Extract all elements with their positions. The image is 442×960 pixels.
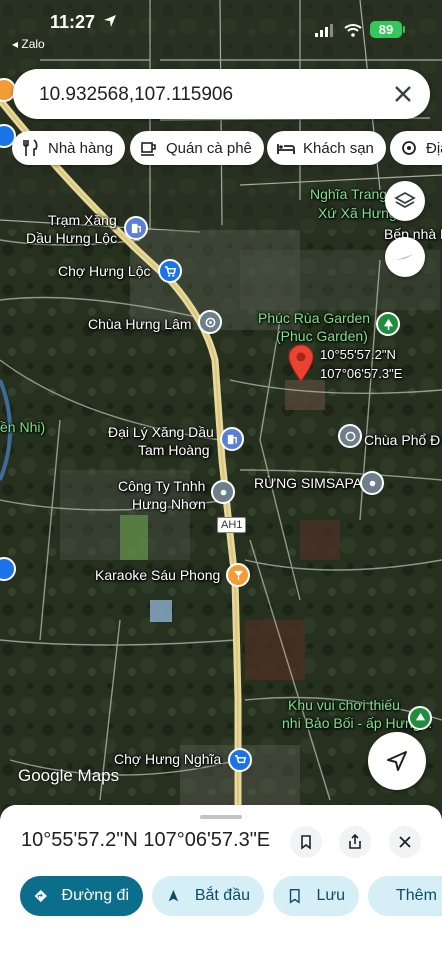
close-icon[interactable] — [390, 81, 416, 107]
google-maps-attribution: Google Maps — [18, 766, 120, 785]
label-cho-hung-loc[interactable]: Chợ Hưng Lộc — [58, 263, 150, 280]
label-cho-hung-nghia[interactable]: Chợ Hưng Nghĩa — [114, 751, 221, 768]
chip-places[interactable]: Địa — [390, 131, 442, 165]
label-dai-ly-xang-dau[interactable]: Đại Lý Xăng Dầu — [108, 424, 214, 441]
chip-label: Quán cà phê — [166, 139, 252, 157]
navigation-arrow-icon — [387, 751, 407, 771]
location-arrow-icon — [103, 14, 117, 33]
cafe-icon — [141, 142, 156, 156]
restaurant-icon — [23, 139, 38, 156]
close-sheet-button[interactable] — [389, 826, 421, 858]
shopping-cart-icon[interactable] — [158, 259, 182, 283]
sheet-drag-handle[interactable] — [200, 815, 242, 819]
chip-restaurants[interactable]: Nhà hàng — [12, 131, 126, 165]
gas-station-icon[interactable] — [124, 216, 148, 240]
place-icon — [402, 141, 416, 155]
back-app-name: Zalo — [21, 37, 45, 51]
directions-label: Đường đi — [61, 887, 129, 904]
hotel-icon — [277, 144, 295, 154]
gas-station-icon-2[interactable] — [220, 427, 244, 451]
shopping-cart-icon-2[interactable] — [228, 748, 252, 772]
place-icon[interactable] — [360, 471, 384, 495]
category-chips: Nhà hàng Quán cà phê Khách sạn Địa — [0, 131, 442, 165]
my-location-button[interactable] — [368, 732, 426, 790]
wifi-icon — [344, 23, 362, 42]
temple-icon-2[interactable] — [338, 424, 362, 448]
share-icon — [349, 834, 361, 849]
chip-cafes[interactable]: Quán cà phê — [130, 131, 264, 165]
map-view[interactable]: Nghĩa Trang Xứ Xã Hưng Bếp nhà B Trạm Xă… — [0, 0, 442, 830]
layers-icon — [394, 191, 416, 209]
dropped-pin-icon[interactable] — [288, 344, 314, 382]
place-title: 10°55'57.2"N 107°06'57.3"E — [21, 829, 271, 851]
park-tree-icon-2[interactable] — [408, 706, 432, 730]
label-tram-xang-2: Dầu Hưng Lộc — [26, 230, 118, 246]
label-khu-vui-choi[interactable]: Khu vui chơi thiếu — [288, 697, 400, 714]
status-bar: 11:27 ◂ Zalo 89 — [0, 0, 442, 51]
close-icon — [399, 836, 411, 848]
label-tram-xang[interactable]: Trạm Xăng — [48, 212, 117, 229]
bookmark-button[interactable] — [290, 826, 322, 858]
compass-button[interactable] — [385, 237, 425, 277]
layers-button[interactable] — [385, 181, 425, 221]
directions-icon — [34, 889, 47, 903]
more-button[interactable]: Thêm — [368, 876, 442, 916]
compass-icon — [396, 254, 414, 260]
chip-label: Nhà hàng — [48, 139, 114, 157]
bookmark-icon — [301, 835, 311, 850]
label-yen-nhi[interactable]: ền Nhi) — [0, 419, 45, 436]
label-phuc-rua-garden[interactable]: Phúc Rùa Garden — [258, 310, 370, 327]
signal-icon — [315, 24, 335, 42]
chip-hotels[interactable]: Khách sạn — [267, 131, 386, 165]
label-cong-ty[interactable]: Công Ty Tnhh — [118, 478, 205, 495]
navigation-start-icon — [168, 889, 179, 902]
karaoke-icon[interactable] — [226, 563, 250, 587]
label-chua-pho-do[interactable]: Chùa Phổ Đ — [364, 432, 440, 449]
back-to-app-link[interactable]: ◂ Zalo — [12, 37, 45, 51]
company-icon[interactable] — [211, 480, 235, 504]
save-button[interactable]: Lưu — [273, 876, 359, 916]
chip-label: Địa — [426, 139, 442, 157]
temple-icon[interactable] — [198, 310, 222, 334]
save-label: Lưu — [316, 887, 345, 904]
chip-label: Khách sạn — [303, 139, 374, 157]
label-nghia-trang[interactable]: Nghĩa Trang — [310, 186, 387, 203]
label-nghia-trang-2: Xứ Xã Hưng — [318, 205, 397, 221]
label-phuc-garden: (Phuc Garden) — [276, 328, 368, 344]
bookmark-icon — [289, 888, 300, 904]
start-button[interactable]: Bắt đầu — [152, 876, 264, 916]
battery-indicator: 89 — [370, 21, 402, 38]
more-label: Thêm — [396, 887, 437, 904]
road-shield-ah1: AH1 — [217, 517, 247, 533]
pin-label-lat: 10°55'57.2"N — [320, 347, 396, 362]
search-input[interactable] — [37, 77, 381, 113]
status-time: 11:27 — [50, 12, 96, 32]
label-rung-simsapa[interactable]: RỪNG SIMSAPA — [254, 475, 362, 492]
park-tree-icon[interactable] — [376, 312, 400, 336]
label-tam-hoang: Tam Hoàng — [138, 442, 210, 458]
directions-button[interactable]: Đường đi — [20, 876, 143, 916]
pin-label-lng: 107°06'57.3"E — [320, 366, 403, 381]
label-karaoke[interactable]: Karaoke Sáu Phong — [95, 567, 220, 584]
start-label: Bắt đầu — [194, 887, 250, 904]
label-hung-nhon: Hưng Nhơn — [132, 496, 206, 512]
share-button[interactable] — [339, 826, 371, 858]
search-bar[interactable] — [13, 69, 430, 119]
battery-cap — [403, 26, 405, 33]
label-chua-hung-lam[interactable]: Chùa Hưng Lâm — [88, 316, 192, 333]
